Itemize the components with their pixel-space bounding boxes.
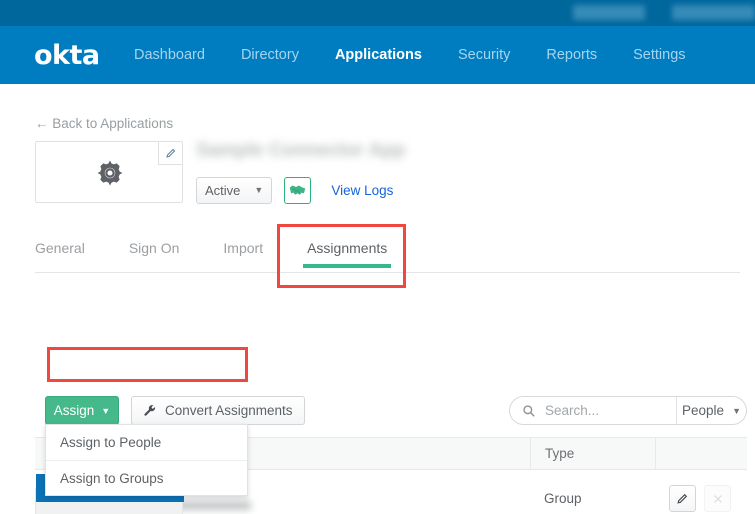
active-tab-underline [303, 264, 392, 268]
tab-assignments-label: Assignments [307, 240, 388, 256]
tab-general[interactable]: General [35, 240, 85, 268]
assign-button-label: Assign [53, 403, 95, 418]
column-header-type: Type [530, 438, 655, 469]
nav-item-dashboard[interactable]: Dashboard [134, 47, 205, 63]
search-field[interactable] [510, 397, 676, 424]
edit-app-logo-button[interactable] [158, 142, 182, 165]
search-input[interactable] [543, 402, 671, 419]
convert-assignments-button[interactable]: Convert Assignments [131, 396, 305, 425]
assignment-filter-value: People [682, 403, 725, 418]
search-bar: People ▼ [509, 396, 747, 425]
app-logo-box [35, 141, 183, 203]
page-content: ← Back to Applications Sample Connector … [0, 84, 755, 514]
tab-sign-on[interactable]: Sign On [129, 240, 180, 268]
tab-assignments[interactable]: Assignments [303, 240, 392, 268]
tab-import[interactable]: Import [223, 240, 263, 268]
app-status-value: Active [205, 182, 241, 198]
top-bar-redacted-item-1[interactable] [573, 5, 645, 20]
app-status-row: Active ▼ View Logs [196, 176, 393, 204]
top-bar-redacted-item-2[interactable] [672, 5, 755, 20]
assign-dropdown-menu: Assign to People Assign to Groups [45, 424, 248, 496]
chevron-down-icon: ▼ [101, 405, 111, 416]
nav-item-settings[interactable]: Settings [633, 47, 685, 63]
wrench-icon [143, 404, 157, 418]
nav-item-directory[interactable]: Directory [241, 47, 299, 63]
chevron-down-icon: ▼ [254, 185, 264, 195]
chevron-down-icon: ▼ [732, 405, 741, 416]
handshake-icon[interactable] [284, 176, 312, 204]
remove-assignment-button[interactable] [704, 485, 731, 512]
nav-items: Dashboard Directory Applications Securit… [134, 26, 722, 84]
menu-item-assign-to-people[interactable]: Assign to People [46, 425, 247, 460]
view-logs-link[interactable]: View Logs [331, 183, 393, 198]
search-icon [522, 404, 536, 418]
convert-assignments-label: Convert Assignments [165, 403, 293, 418]
assignment-filter-dropdown[interactable]: People ▼ [676, 397, 746, 424]
app-title: Sample Connector App [196, 140, 406, 161]
assign-button[interactable]: Assign ▼ [45, 396, 119, 425]
app-status-dropdown[interactable]: Active ▼ [196, 176, 273, 204]
app-tab-strip: General Sign On Import Assignments [35, 232, 740, 273]
nav-item-security[interactable]: Security [458, 47, 510, 63]
nav-item-reports[interactable]: Reports [546, 47, 597, 63]
utility-top-bar [0, 0, 755, 26]
nav-item-applications[interactable]: Applications [335, 47, 422, 63]
cell-actions [655, 485, 747, 512]
main-navigation-bar: okta Dashboard Directory Applications Se… [0, 26, 755, 84]
app-tabs: General Sign On Import Assignments [35, 232, 740, 273]
okta-logo[interactable]: okta [34, 42, 100, 69]
edit-assignment-button[interactable] [669, 485, 696, 512]
okta-admin-screen: okta Dashboard Directory Applications Se… [0, 0, 755, 514]
menu-item-assign-to-groups[interactable]: Assign to Groups [46, 460, 247, 495]
cell-type: Group [544, 491, 582, 506]
back-to-applications-link[interactable]: ← Back to Applications [35, 116, 173, 131]
column-header-actions [655, 438, 747, 469]
